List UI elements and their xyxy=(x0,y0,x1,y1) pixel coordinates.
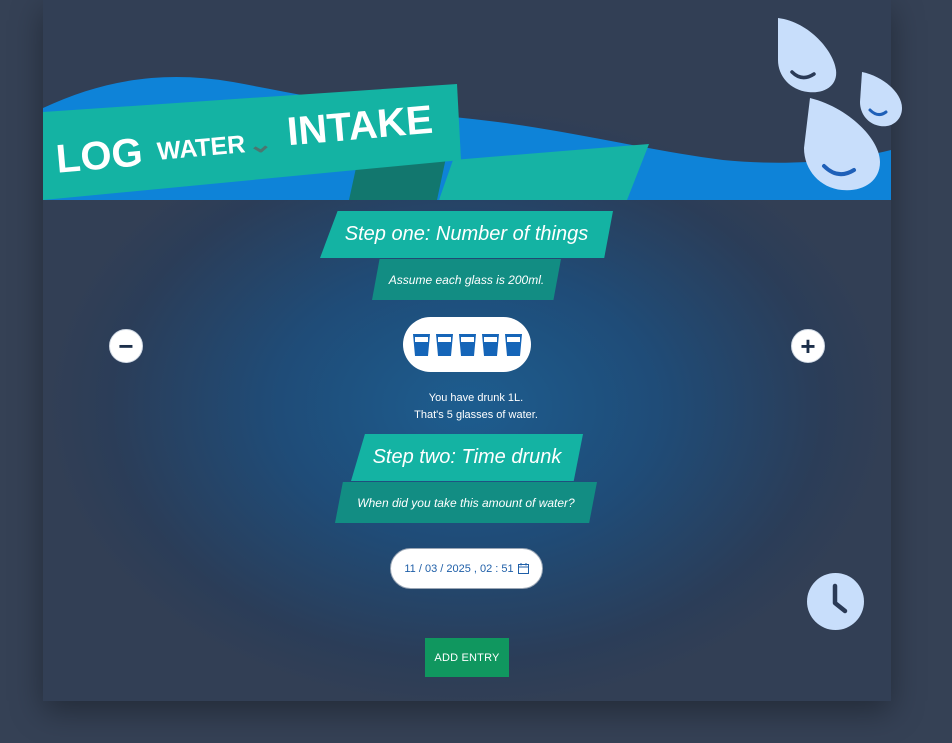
datetime-input[interactable]: 11 / 03 / 2025 , 02 : 51 xyxy=(390,548,543,589)
title-water[interactable]: WATER xyxy=(156,130,247,167)
datetime-value: 11 / 03 / 2025 , 02 : 51 xyxy=(404,562,514,575)
title-log: LOG xyxy=(54,130,145,182)
chevron-down-icon[interactable]: ⌄ xyxy=(246,131,274,159)
title-intake: INTAKE xyxy=(285,97,435,155)
add-entry-button[interactable]: ADD ENTRY xyxy=(425,638,509,677)
glass-icon xyxy=(412,333,430,356)
step-one-subtitle: Assume each glass is 200ml. xyxy=(372,259,561,300)
step-two-title-text: Step two: Time drunk xyxy=(372,446,562,468)
intake-summary-line1: You have drunk 1L. xyxy=(428,392,524,404)
step-one-title: Step one: Number of things xyxy=(320,211,613,258)
step-two-subtitle: When did you take this amount of water? xyxy=(335,482,597,523)
plus-icon: + xyxy=(800,331,816,361)
drop-small-icon xyxy=(860,72,902,127)
clock-icon xyxy=(807,573,864,630)
glass-icon xyxy=(458,333,476,356)
glass-icon xyxy=(504,333,522,356)
glass-icon xyxy=(481,333,499,356)
drop-large-icon xyxy=(778,18,837,93)
glass-icon xyxy=(435,333,453,356)
decrease-button[interactable]: − xyxy=(109,329,143,363)
step-one-title-text: Step one: Number of things xyxy=(344,223,589,245)
water-drops-decoration xyxy=(778,18,902,191)
title-banner: LOG WATER ⌄ INTAKE xyxy=(43,84,461,200)
intake-summary-line2: That's 5 glasses of water. xyxy=(414,409,538,421)
increase-button[interactable]: + xyxy=(791,329,825,363)
step-one-subtitle-text: Assume each glass is 200ml. xyxy=(388,272,545,287)
step-two-title: Step two: Time drunk xyxy=(351,434,583,481)
step-two-subtitle-text: When did you take this amount of water? xyxy=(357,495,575,510)
glasses-display xyxy=(403,317,531,372)
calendar-icon[interactable] xyxy=(517,563,529,574)
minus-icon: − xyxy=(118,331,134,361)
